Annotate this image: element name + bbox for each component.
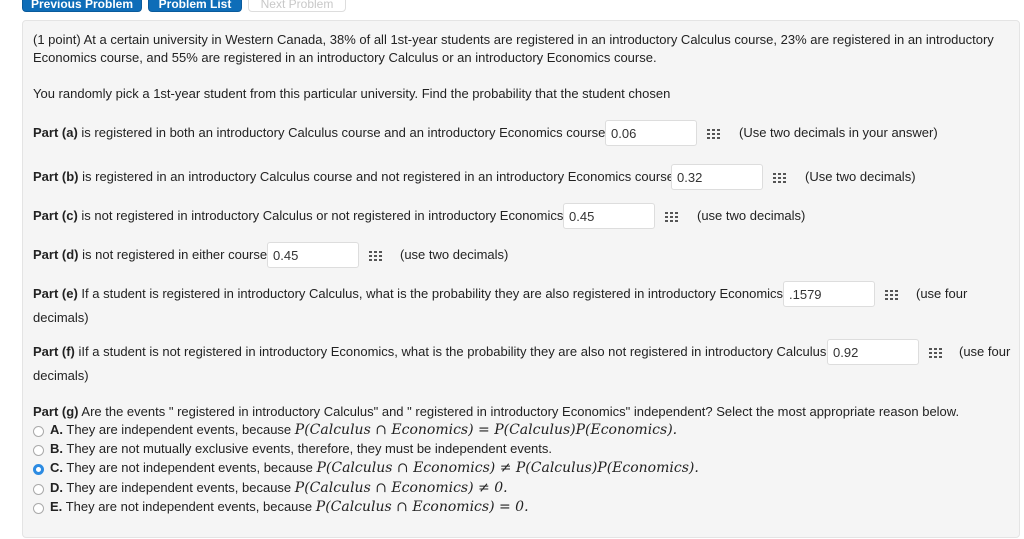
option-b-letter: B. — [50, 441, 63, 456]
option-e-letter: E. — [50, 499, 63, 514]
part-c-hint: (use two decimals) — [697, 208, 806, 223]
next-problem-button[interactable]: Next Problem — [248, 0, 346, 12]
problem-nav: Previous Problem Problem List Next Probl… — [0, 0, 1024, 14]
intro-line-3: You randomly pick a 1st-year student fro… — [33, 86, 671, 101]
part-e-label: Part (e) — [33, 286, 78, 301]
option-d-radio[interactable] — [33, 484, 44, 495]
part-f-answer-field[interactable]: 0.92 — [827, 339, 942, 365]
part-a-label: Part (a) — [33, 125, 78, 140]
part-c-answer-field[interactable]: 0.45 — [563, 203, 678, 229]
option-c-letter: C. — [50, 460, 63, 475]
option-b-radio[interactable] — [33, 445, 44, 456]
part-d-answer: 0.45 — [273, 248, 299, 263]
part-a-answer: 0.06 — [611, 126, 637, 141]
grid-icon[interactable] — [762, 165, 798, 191]
part-a-answer-field[interactable]: 0.06 — [605, 120, 720, 146]
previous-problem-button[interactable]: Previous Problem — [22, 0, 142, 12]
problem-list-button[interactable]: Problem List — [148, 0, 242, 12]
part-e-hint: (use four — [916, 286, 968, 301]
option-b[interactable]: B. They are not mutually exclusive event… — [50, 441, 552, 456]
grid-icon[interactable] — [654, 204, 690, 230]
grid-icon[interactable] — [696, 121, 732, 147]
option-c[interactable]: C. They are not independent events, beca… — [50, 460, 699, 476]
option-e-radio[interactable] — [33, 503, 44, 514]
part-b-answer-field[interactable]: 0.32 — [671, 164, 786, 190]
part-d-label: Part (d) — [33, 247, 79, 262]
part-f-answer: 0.92 — [833, 345, 859, 360]
option-a-text: They are independent events, because — [66, 422, 292, 437]
part-a-hint: (Use two decimals in your answer) — [739, 125, 938, 140]
option-a[interactable]: A. They are independent events, because … — [50, 422, 677, 438]
grid-icon[interactable] — [358, 243, 394, 269]
part-a-question: Part (a) is registered in both an introd… — [33, 125, 609, 140]
part-c-text: is not registered in introductory Calcul… — [81, 208, 567, 223]
part-f-question: Part (f) iIf a student is not registered… — [33, 344, 834, 359]
option-d[interactable]: D. They are independent events, because … — [50, 480, 508, 496]
grid-icon[interactable] — [918, 340, 954, 366]
option-a-letter: A. — [50, 422, 63, 437]
part-g-question: Part (g) Are the events " registered in … — [33, 404, 959, 419]
option-d-letter: D. — [50, 480, 63, 495]
part-f-text: iIf a student is not registered in intro… — [78, 344, 834, 359]
part-b-text: is registered in an introductory Calculu… — [82, 169, 678, 184]
part-g-text: Are the events " registered in introduct… — [81, 404, 960, 419]
option-c-math: P(Calculus ∩ Economics) ≠ P(Calculus)P(E… — [316, 460, 699, 476]
part-a-text: is registered in both an introductory Ca… — [81, 125, 609, 140]
part-e-answer: .1579 — [789, 287, 822, 302]
option-c-text: They are not independent events, because — [66, 460, 313, 475]
part-f-hint-cont: decimals) — [33, 368, 89, 383]
intro-line-2: Economics course, and 55% are registered… — [33, 50, 657, 65]
part-g-label: Part (g) — [33, 404, 79, 419]
option-d-math: P(Calculus ∩ Economics) ≠ 0. — [294, 480, 508, 496]
part-d-text: is not registered in either course — [82, 247, 268, 262]
part-b-answer: 0.32 — [677, 170, 703, 185]
intro-line-1: (1 point) At a certain university in Wes… — [33, 32, 994, 47]
option-c-radio[interactable] — [33, 464, 44, 475]
grid-icon[interactable] — [874, 282, 910, 308]
part-d-hint: (use two decimals) — [400, 247, 509, 262]
option-e-text: They are not independent events, because — [65, 499, 313, 514]
part-e-hint-cont: decimals) — [33, 310, 89, 325]
part-f-hint: (use four — [959, 344, 1011, 359]
part-b-question: Part (b) is registered in an introductor… — [33, 169, 678, 184]
part-e-text: If a student is registered in introducto… — [81, 286, 791, 301]
part-c-label: Part (c) — [33, 208, 78, 223]
option-b-text: They are not mutually exclusive events, … — [66, 441, 552, 456]
part-f-label: Part (f) — [33, 344, 75, 359]
option-e-math: P(Calculus ∩ Economics) = 0. — [315, 499, 529, 515]
option-a-math: P(Calculus ∩ Economics) = P(Calculus)P(E… — [294, 422, 678, 438]
option-a-radio[interactable] — [33, 426, 44, 437]
part-b-label: Part (b) — [33, 169, 79, 184]
part-e-question: Part (e) If a student is registered in i… — [33, 286, 790, 301]
part-c-question: Part (c) is not registered in introducto… — [33, 208, 567, 223]
part-d-question: Part (d) is not registered in either cou… — [33, 247, 267, 262]
problem-panel: (1 point) At a certain university in Wes… — [22, 20, 1020, 538]
part-d-answer-field[interactable]: 0.45 — [267, 242, 382, 268]
option-d-text: They are independent events, because — [66, 480, 292, 495]
option-e[interactable]: E. They are not independent events, beca… — [50, 499, 529, 515]
part-c-answer: 0.45 — [569, 209, 595, 224]
part-e-answer-field[interactable]: .1579 — [783, 281, 898, 307]
part-b-hint: (Use two decimals) — [805, 169, 916, 184]
